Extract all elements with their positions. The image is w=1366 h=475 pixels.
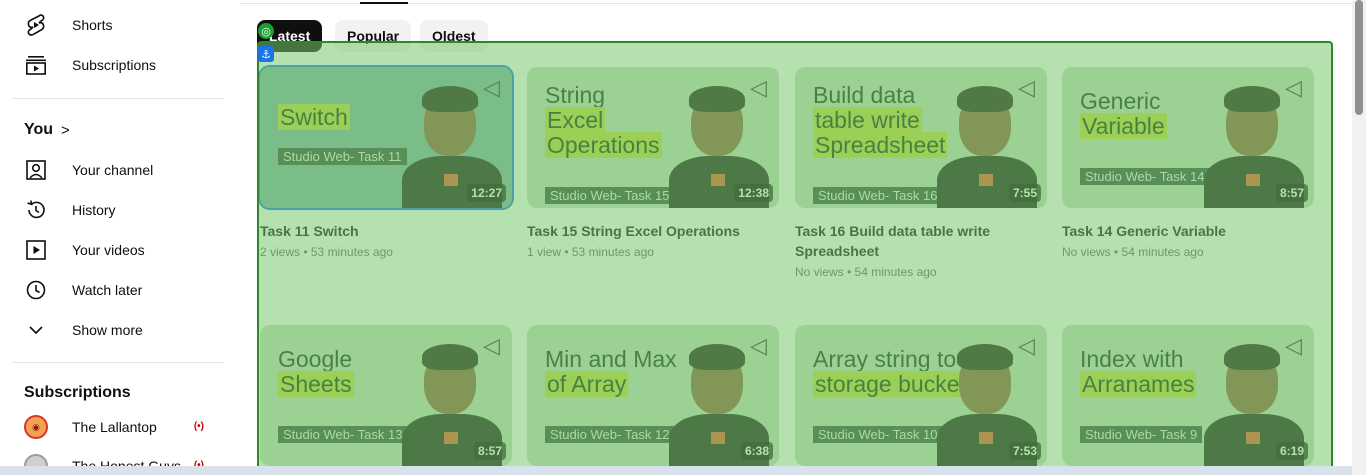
sidebar: Shorts Subscriptions You > Your channel … (0, 0, 240, 475)
sidebar-item-label: Show more (72, 322, 143, 338)
your-channel-icon (24, 158, 48, 182)
sidebar-item-label: Watch later (72, 282, 143, 298)
channel-avatar: ◉ (24, 415, 48, 439)
sidebar-item-shorts[interactable]: Shorts (12, 5, 224, 45)
history-icon (24, 198, 48, 222)
active-tab-indicator (360, 2, 408, 4)
sidebar-item-label: Your videos (72, 242, 145, 258)
your-videos-icon (24, 238, 48, 262)
sidebar-item-label: The Lallantop (72, 419, 157, 435)
sidebar-item-subscriptions[interactable]: Subscriptions (12, 45, 224, 85)
target-icon: ◎ (258, 23, 274, 39)
sidebar-item-label: Your channel (72, 162, 154, 178)
sidebar-item-show-more[interactable]: Show more (12, 310, 224, 350)
selection-overlay (257, 41, 1333, 475)
anchor-icon: ⚓ (258, 46, 274, 62)
bottom-bar (0, 466, 1352, 475)
sidebar-item-watch-later[interactable]: Watch later (12, 270, 224, 310)
chevron-down-icon (24, 318, 48, 342)
chevron-right-icon: > (61, 121, 70, 139)
subscriptions-title-label: Subscriptions (24, 384, 131, 401)
subscriptions-icon (24, 53, 48, 77)
sidebar-divider (12, 98, 224, 99)
subscriptions-section-title: Subscriptions (24, 384, 131, 402)
you-title-label: You (24, 121, 54, 138)
sidebar-item-your-channel[interactable]: Your channel (12, 150, 224, 190)
live-indicator-icon: (•) (193, 421, 204, 432)
shorts-icon (24, 13, 48, 37)
sidebar-item-label: Shorts (72, 17, 113, 33)
sidebar-item-label: History (72, 202, 116, 218)
sidebar-item-label: Subscriptions (72, 57, 157, 73)
sidebar-divider (12, 362, 224, 363)
scrollbar-thumb[interactable] (1355, 0, 1363, 115)
sidebar-item-history[interactable]: History (12, 190, 224, 230)
sidebar-item-channel[interactable]: ◉ The Lallantop (•) (12, 407, 224, 447)
watch-later-icon (24, 278, 48, 302)
sidebar-item-your-videos[interactable]: Your videos (12, 230, 224, 270)
you-section-title[interactable]: You > (24, 121, 70, 139)
